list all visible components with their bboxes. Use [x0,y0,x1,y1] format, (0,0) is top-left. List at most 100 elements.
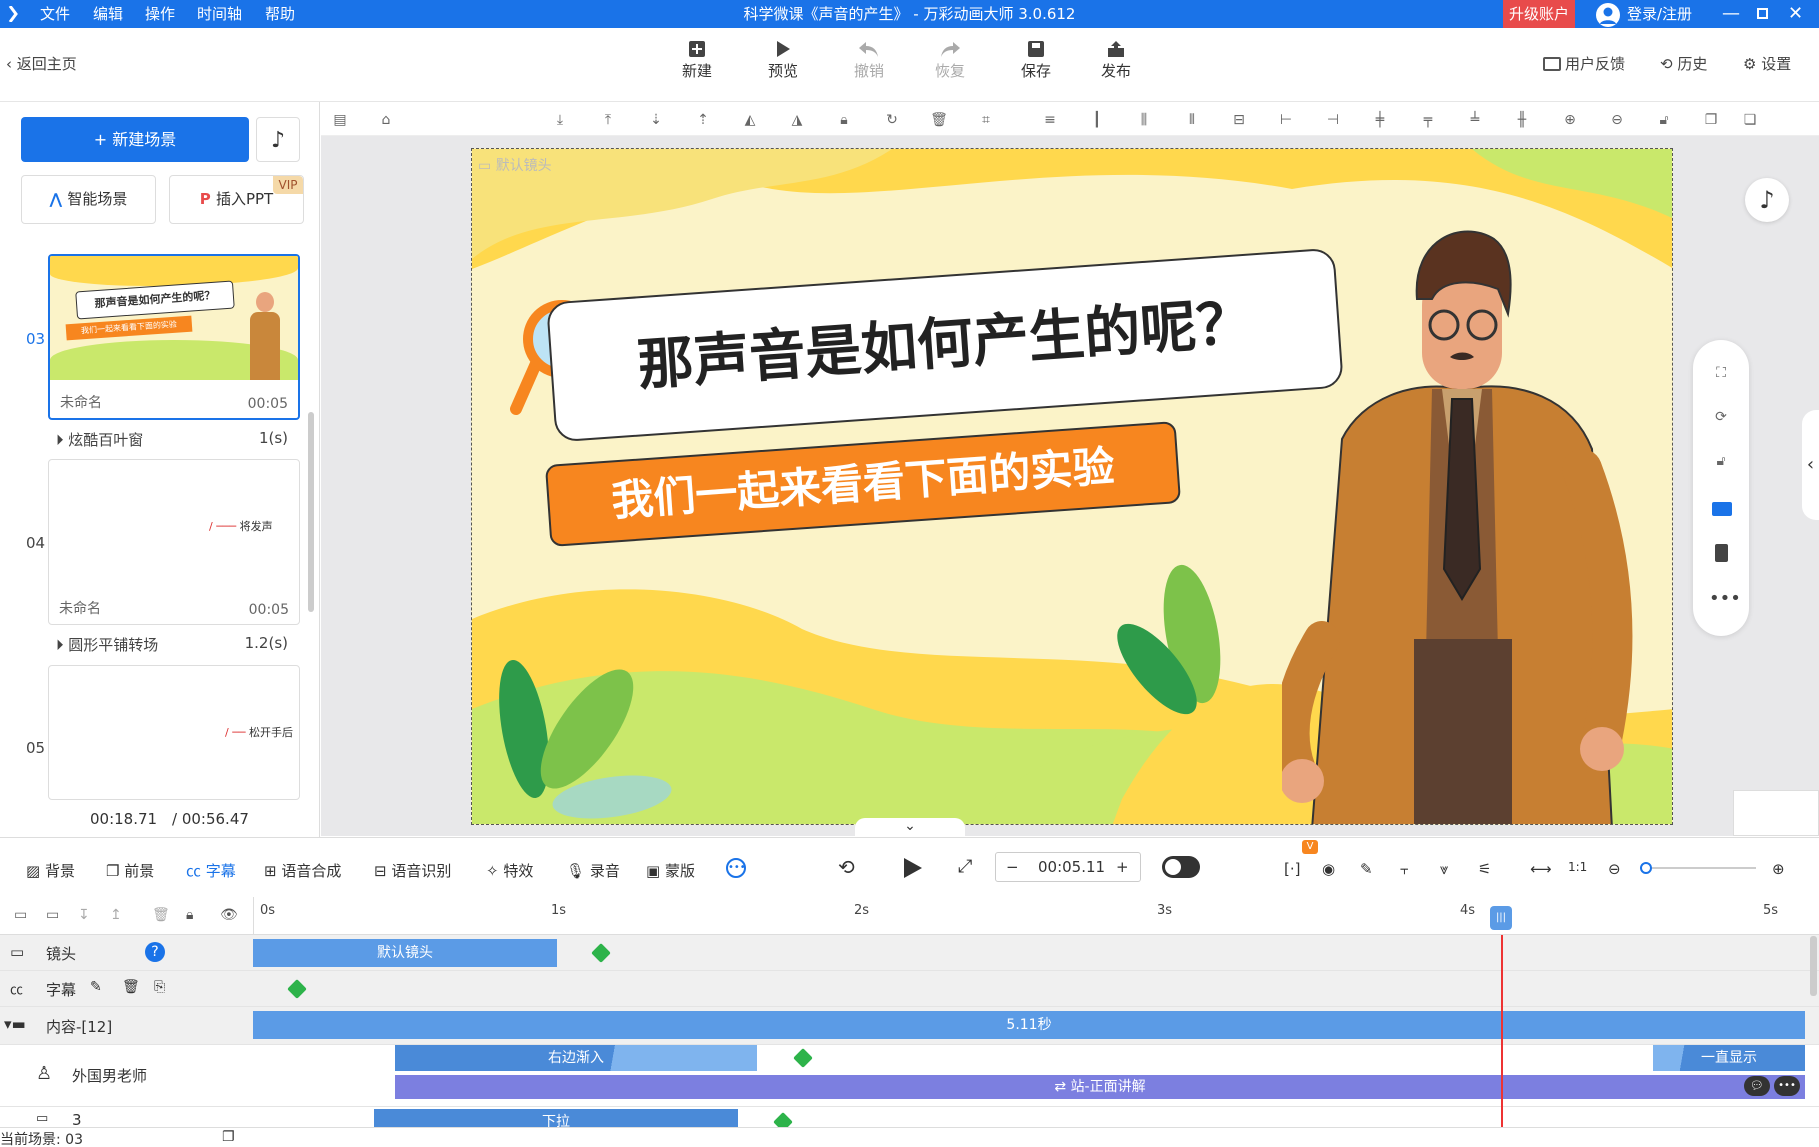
import-icon[interactable]: ⎘ [154,979,165,995]
bar-action[interactable]: ⇄ 站-正面讲解 [395,1075,1805,1099]
landscape-icon[interactable] [1712,502,1732,516]
publish-button[interactable]: 发布 [1081,40,1151,81]
trash-icon[interactable]: 🗑︎ [152,907,170,923]
camera-icon[interactable]: ◉ [1322,860,1335,878]
time-stepper[interactable]: − 00:05.11 + [995,852,1141,882]
move-down-icon[interactable]: ↧ [78,907,90,923]
keyframe-add-icon[interactable] [591,943,611,963]
bar-default-camera[interactable]: 默认镜头 [253,939,557,967]
tool-mask[interactable]: ▣ 蒙版 [646,860,695,881]
tool-foreground[interactable]: ❐ 前景 [106,860,154,881]
rotate-screen-icon[interactable]: ⟳ [1712,408,1730,426]
user-avatar-icon[interactable] [1596,3,1620,27]
trash-icon[interactable]: 🗑︎ [122,979,140,995]
split-icon[interactable]: ⫟ [1400,860,1409,878]
fullscreen-icon[interactable]: ⤢ [958,856,972,877]
ratio-icon[interactable]: 1:1 [1568,860,1587,874]
comment-icon[interactable]: 💬︎ [1744,1076,1770,1096]
music-float-button[interactable]: ♪ [1745,178,1789,222]
align-right-icon[interactable]: ⊢ [1277,111,1295,129]
align-top-icon[interactable]: ⤒ [599,111,617,129]
new-scene-button[interactable]: + 新建场景 [21,117,249,162]
home-icon[interactable]: ⌂ [377,111,395,129]
crop-icon[interactable]: ⌗ [977,111,995,129]
timeline-scrollbar[interactable] [1810,936,1817,996]
align-justify-icon[interactable]: ⊣ [1324,111,1342,129]
tool-background[interactable]: ▨ 背景 [26,860,75,881]
loop-toggle[interactable] [1162,856,1200,878]
top-edge-icon[interactable]: ╤ [1419,111,1437,129]
edit-icon[interactable]: ✎ [90,979,102,995]
zoom-in-icon[interactable]: ⊕ [1772,860,1785,878]
tool-speech-recog[interactable]: ⊟ 语音识别 [374,860,451,881]
align-bottom-icon[interactable]: ⤓ [551,111,569,129]
minimize-icon[interactable]: — [1722,0,1740,28]
lock-icon[interactable]: 🔒︎ [835,111,853,129]
scene-thumbnail-04[interactable]: / ─── 将发声 未命名 00:05 [48,459,300,625]
zoom-slider-handle[interactable] [1640,862,1652,874]
time-value[interactable]: 00:05.11 [1038,853,1105,881]
align-left-icon[interactable]: ≡ [1041,111,1059,129]
adjust-icon[interactable]: ⚟ [1478,860,1491,878]
lock-icon[interactable]: 🔓︎ [1712,452,1730,470]
scene-thumbnail-05[interactable]: / ── 松开手后 [48,665,300,800]
replay-icon[interactable]: ⟲ [838,855,855,879]
align-center-icon[interactable]: ┃ [1088,111,1106,129]
redo-button[interactable]: 恢复 [915,40,985,81]
minus-icon[interactable]: − [1006,853,1019,881]
distribute-h-icon[interactable]: ⫼ [1135,111,1153,129]
close-icon[interactable]: ✕ [1788,0,1803,28]
upgrade-button[interactable]: 升级账户 [1503,0,1575,28]
zoom-slider[interactable] [1640,862,1756,874]
feedback-link[interactable]: 用户反馈 [1543,52,1625,76]
center-h-icon[interactable]: ╪ [1371,111,1389,129]
center-v-icon[interactable]: ╫ [1513,111,1531,129]
collapse-timeline-button[interactable]: ⌄ [855,818,965,838]
collapse-right-panel[interactable]: ‹ [1802,410,1819,520]
transition-item[interactable]: ⏵ 炫酷百叶窗 1(s) [56,429,288,450]
preview-button[interactable]: 预览 [748,40,818,81]
stage-canvas[interactable]: ▭ 默认镜头 那声音是如何产生的呢？ 我们一起来看看下面的实验 [471,148,1673,825]
tool-subtitle[interactable]: ㏄ 字幕 [186,860,236,881]
filter-icon[interactable]: ⩔ [1440,860,1448,878]
tool-record[interactable]: 🎙︎ 录音 [566,860,620,881]
plus-icon[interactable]: + [1116,853,1129,881]
edit-icon[interactable]: ✎ [1360,860,1373,878]
layers-icon[interactable]: ▤ [331,111,349,129]
copy-icon[interactable]: ❐ [222,1129,235,1145]
back-home-link[interactable]: ‹ 返回主页 [6,52,77,76]
eye-icon[interactable]: 👁︎ [220,907,238,923]
music-button[interactable]: ♪ [256,117,300,162]
help-icon[interactable]: ? [145,942,165,962]
add-file-icon[interactable]: ▭ [46,907,59,923]
zoom-out-icon[interactable]: ⊖ [1608,111,1626,129]
copy-icon[interactable]: ❐ [1702,111,1720,129]
tool-tts[interactable]: ⊞ 语音合成 [264,860,341,881]
distribute-v-icon[interactable]: ⦀ [1183,111,1201,129]
play-button[interactable] [900,856,924,880]
flip-vertical-icon[interactable]: ◮ [788,111,806,129]
transition-item[interactable]: ⏵ 圆形平铺转场 1.2(s) [56,634,288,655]
save-button[interactable]: 保存 [1001,40,1071,81]
zoom-in-icon[interactable]: ⊕ [1561,111,1579,129]
panel-scrollbar[interactable] [308,412,314,612]
minimap-thumbnail[interactable] [1733,790,1819,836]
move-up-icon[interactable]: ↥ [110,907,122,923]
keyframe-add-icon[interactable] [793,1048,813,1068]
tool-effects[interactable]: ✧ 特效 [486,860,533,881]
unlock-icon[interactable]: 🔓︎ [1655,111,1673,129]
playhead-handle[interactable]: ||| [1490,906,1512,930]
fit-width-icon[interactable]: ⟷ [1530,860,1552,878]
more-tools-icon[interactable]: ••• [726,858,746,878]
move-down-icon[interactable]: ⇣ [647,111,665,129]
bar-enter-right[interactable]: 右边渐入 [395,1045,757,1071]
fit-icon[interactable]: [·] [1284,860,1300,878]
teacher-character[interactable] [1282,219,1642,825]
maximize-icon[interactable] [1757,8,1768,19]
scene-thumbnail-03[interactable]: 那声音是如何产生的呢？ 我们一起来看看下面的实验 未命名 00:05 [48,254,300,420]
more-icon[interactable]: ••• [1774,1076,1800,1096]
bar-content-duration[interactable]: 5.11秒 [253,1011,1805,1039]
move-up-icon[interactable]: ⇡ [694,111,712,129]
rotate-icon[interactable]: ↻ [883,111,901,129]
undo-button[interactable]: 撤销 [834,40,904,81]
